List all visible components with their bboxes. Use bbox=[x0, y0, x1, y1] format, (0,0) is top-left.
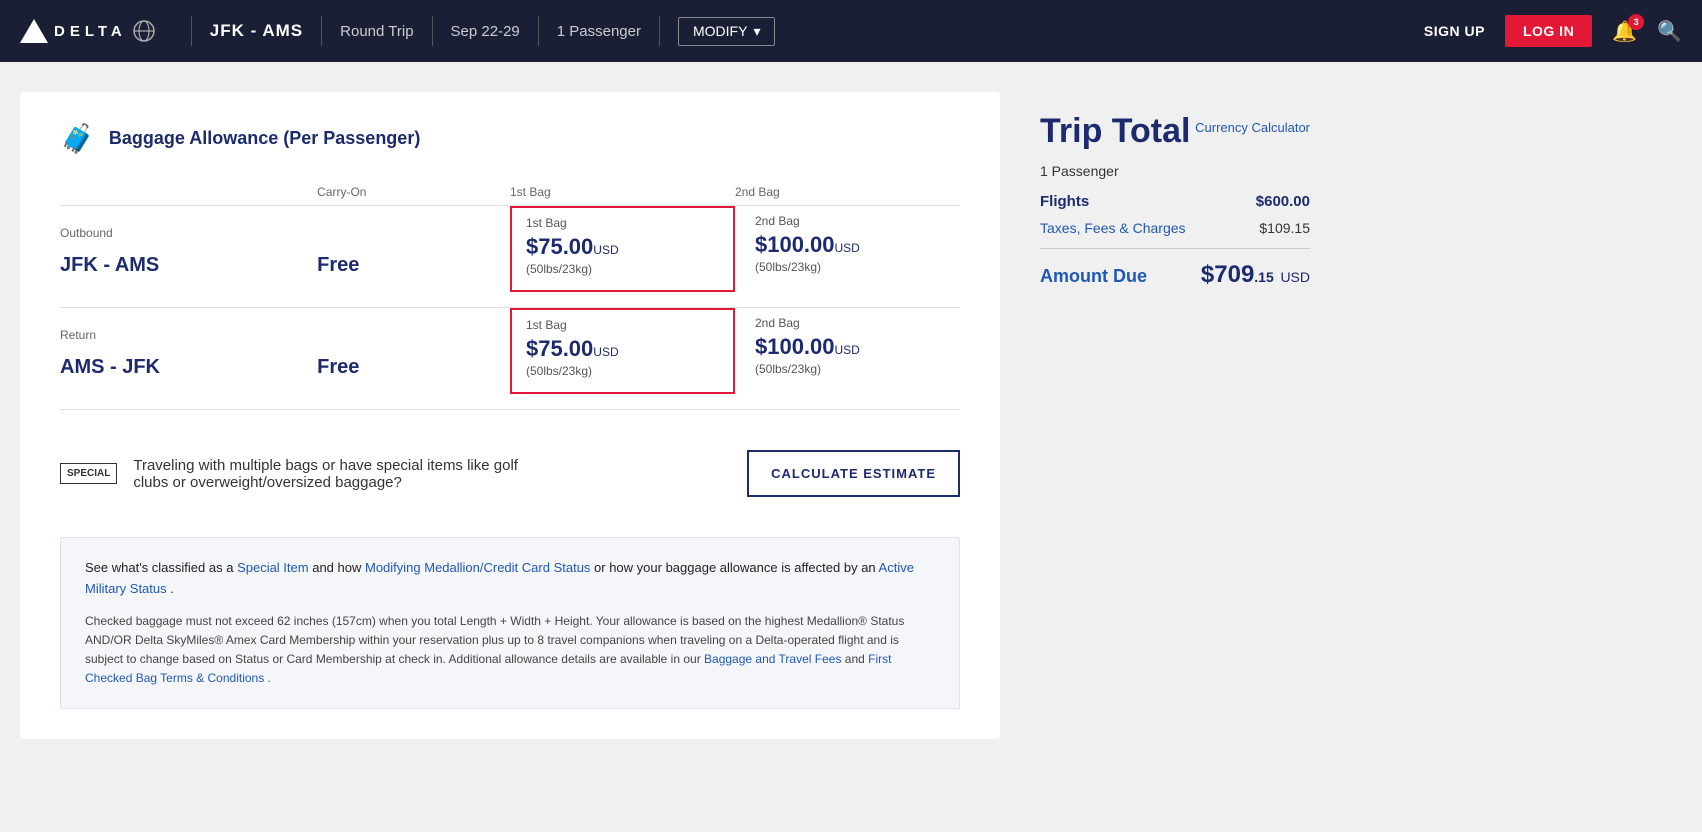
outbound-row: Outbound JFK - AMS Carry-On Free 1st Bag… bbox=[60, 206, 960, 308]
search-button[interactable]: 🔍 bbox=[1657, 19, 1682, 44]
signup-button[interactable]: SIGN UP bbox=[1424, 23, 1485, 39]
dates-display: Sep 22-29 bbox=[451, 23, 520, 40]
outbound-bag1-cell: 1st Bag $75.00USD (50lbs/23kg) bbox=[510, 206, 735, 308]
logo-text: DELTA bbox=[54, 23, 127, 40]
baggage-fees-link[interactable]: Baggage and Travel Fees bbox=[704, 652, 841, 666]
outbound-bag1-price: $75.00USD bbox=[526, 234, 719, 260]
outbound-bag1-highlighted: 1st Bag $75.00USD (50lbs/23kg) bbox=[510, 206, 735, 292]
taxes-amount: $109.15 bbox=[1259, 220, 1310, 236]
return-carryon-value: Free bbox=[317, 348, 447, 395]
return-bag2-weight: (50lbs/23kg) bbox=[755, 362, 950, 376]
flights-row: Flights $600.00 bbox=[1040, 193, 1310, 210]
currency-calculator-link[interactable]: Currency Calculator bbox=[1195, 120, 1310, 135]
outbound-bag1-label: 1st Bag bbox=[526, 216, 719, 230]
delta-logo[interactable]: DELTA bbox=[20, 19, 155, 43]
return-carryon-cell: . Free bbox=[317, 308, 510, 410]
divider-3 bbox=[432, 16, 433, 46]
flights-label: Flights bbox=[1040, 193, 1089, 210]
calculate-estimate-button[interactable]: CALCULATE ESTIMATE bbox=[747, 450, 960, 497]
return-bag1-label: 1st Bag bbox=[526, 318, 719, 332]
taxes-row: Taxes, Fees & Charges $109.15 bbox=[1040, 220, 1310, 236]
outbound-bag2-weight: (50lbs/23kg) bbox=[755, 260, 950, 274]
table-header-row: Carry-On 1st Bag 2nd Bag bbox=[60, 175, 960, 206]
return-bag2-cell: 2nd Bag $100.00USD (50lbs/23kg) bbox=[735, 308, 960, 410]
outbound-carryon-value: Free bbox=[317, 246, 447, 293]
login-button[interactable]: LOG IN bbox=[1505, 15, 1592, 47]
delta-globe-icon bbox=[133, 20, 155, 42]
baggage-table: Carry-On 1st Bag 2nd Bag Outbound JFK - … bbox=[60, 175, 960, 410]
info-box-detail-text: Checked baggage must not exceed 62 inche… bbox=[85, 612, 935, 689]
outbound-label: Outbound bbox=[60, 216, 317, 246]
amount-due-value: $709.15 USD bbox=[1201, 261, 1310, 289]
amount-due-row: Amount Due $709.15 USD bbox=[1040, 261, 1310, 289]
outbound-bag2-cell: 2nd Bag $100.00USD (50lbs/23kg) bbox=[735, 206, 960, 308]
col-header-bag2: 2nd Bag bbox=[735, 175, 960, 206]
return-route: AMS - JFK bbox=[60, 348, 260, 395]
divider-5 bbox=[659, 16, 660, 46]
special-baggage-icon: SPECIAL bbox=[60, 463, 117, 484]
baggage-icon: 🧳 bbox=[60, 122, 95, 155]
return-bag1-cell: 1st Bag $75.00USD (50lbs/23kg) bbox=[510, 308, 735, 410]
trip-type-display: Round Trip bbox=[340, 23, 413, 40]
return-bag2-label: 2nd Bag bbox=[755, 316, 950, 330]
route-display: JFK - AMS bbox=[210, 21, 303, 41]
col-header-bag1: 1st Bag bbox=[510, 175, 735, 206]
return-bag2-price: $100.00USD bbox=[755, 334, 950, 360]
return-label-cell: Return AMS - JFK bbox=[60, 308, 317, 410]
outbound-carryon-cell: Carry-On Free bbox=[317, 206, 510, 308]
content-panel: 🧳 Baggage Allowance (Per Passenger) Carr… bbox=[20, 92, 1000, 739]
medallion-link[interactable]: Modifying Medallion/Credit Card Status bbox=[365, 560, 590, 575]
col-header-carryon: Carry-On bbox=[317, 175, 510, 206]
divider-4 bbox=[538, 16, 539, 46]
info-box-main-text: See what's classified as a Special Item … bbox=[85, 558, 935, 600]
amount-due-label: Amount Due bbox=[1040, 266, 1147, 287]
taxes-label: Taxes, Fees & Charges bbox=[1040, 220, 1186, 236]
outbound-bag2-price: $100.00USD bbox=[755, 232, 950, 258]
outbound-label-cell: Outbound JFK - AMS bbox=[60, 206, 317, 308]
return-bag1-price: $75.00USD bbox=[526, 336, 719, 362]
baggage-title: Baggage Allowance (Per Passenger) bbox=[109, 128, 420, 149]
info-box: See what's classified as a Special Item … bbox=[60, 537, 960, 709]
special-item-link[interactable]: Special Item bbox=[237, 560, 309, 575]
notifications-bell[interactable]: 🔔 3 bbox=[1612, 19, 1637, 44]
trip-total-sidebar: Trip Total Currency Calculator 1 Passeng… bbox=[1020, 92, 1320, 739]
delta-triangle-icon bbox=[20, 19, 48, 43]
outbound-route: JFK - AMS bbox=[60, 246, 260, 293]
chevron-down-icon: ▾ bbox=[753, 23, 760, 40]
trip-total-title: Trip Total bbox=[1040, 112, 1190, 151]
outbound-bag1-weight: (50lbs/23kg) bbox=[526, 262, 719, 276]
trip-passenger-count: 1 Passenger bbox=[1040, 163, 1310, 179]
notification-badge: 3 bbox=[1628, 14, 1644, 30]
estimate-left: SPECIAL Traveling with multiple bags or … bbox=[60, 457, 553, 491]
main-header: DELTA JFK - AMS Round Trip Sep 22-29 1 P… bbox=[0, 0, 1702, 62]
modify-button[interactable]: MODIFY ▾ bbox=[678, 17, 775, 46]
return-label: Return bbox=[60, 318, 317, 348]
main-container: 🧳 Baggage Allowance (Per Passenger) Carr… bbox=[0, 62, 1702, 769]
return-bag1-highlighted: 1st Bag $75.00USD (50lbs/23kg) bbox=[510, 308, 735, 394]
flights-amount: $600.00 bbox=[1256, 193, 1310, 210]
divider-1 bbox=[191, 16, 192, 46]
estimate-section: SPECIAL Traveling with multiple bags or … bbox=[60, 440, 960, 507]
return-bag1-weight: (50lbs/23kg) bbox=[526, 364, 719, 378]
header-right-actions: SIGN UP LOG IN 🔔 3 🔍 bbox=[1424, 15, 1682, 47]
passengers-display: 1 Passenger bbox=[557, 23, 641, 40]
estimate-description: Traveling with multiple bags or have spe… bbox=[133, 457, 553, 491]
outbound-bag2-label: 2nd Bag bbox=[755, 214, 950, 228]
trip-divider bbox=[1040, 248, 1310, 249]
search-icon: 🔍 bbox=[1657, 21, 1682, 43]
return-row: Return AMS - JFK . Free 1st Bag $75.00US… bbox=[60, 308, 960, 410]
divider-2 bbox=[321, 16, 322, 46]
col-header-route bbox=[60, 175, 317, 206]
trip-total-header: Trip Total Currency Calculator bbox=[1040, 112, 1310, 155]
baggage-section-header: 🧳 Baggage Allowance (Per Passenger) bbox=[60, 122, 960, 155]
